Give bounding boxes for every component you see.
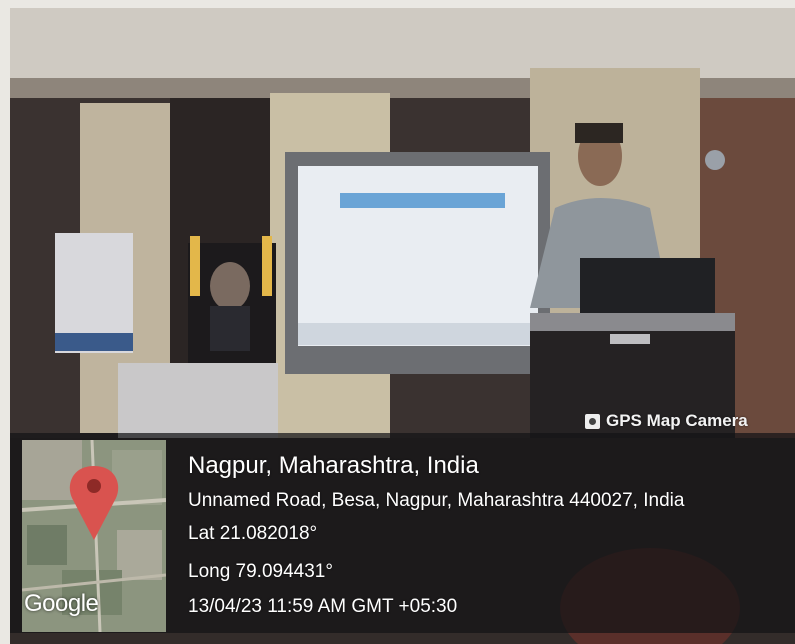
address-text: Unnamed Road, Besa, Nagpur, Maharashtra … — [188, 490, 685, 511]
timestamp-text: 13/04/23 11:59 AM GMT +05:30 — [188, 596, 458, 617]
google-attribution: Google — [24, 590, 99, 617]
longitude-text: Long 79.094431° — [188, 561, 333, 582]
camera-icon — [585, 413, 600, 429]
location-title: Nagpur, Maharashtra, India — [188, 452, 479, 479]
latitude-text: Lat 21.082018° — [188, 523, 318, 544]
badge-label: GPS Map Camera — [606, 411, 748, 430]
gps-map-camera-badge: GPS Map Camera — [585, 411, 748, 431]
